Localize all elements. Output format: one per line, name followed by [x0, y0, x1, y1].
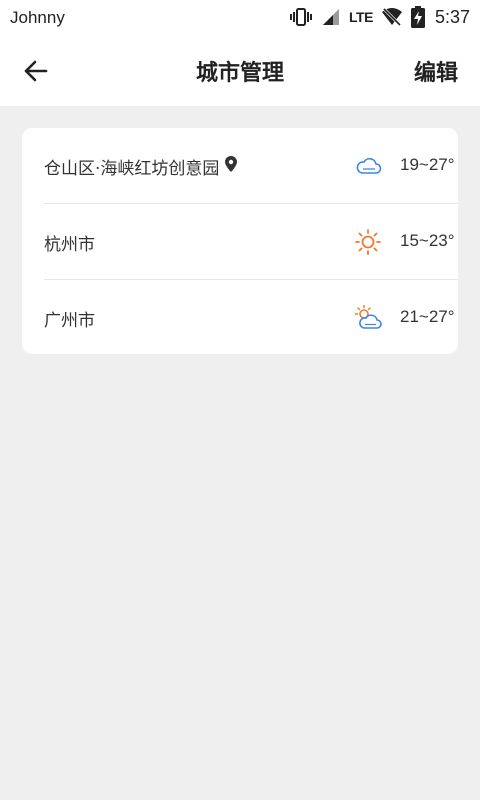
edit-button[interactable]: 编辑 [414, 55, 458, 87]
temperature-range: 19~27° [400, 155, 455, 174]
sunny-icon [354, 228, 382, 256]
vibrate-icon [289, 7, 313, 27]
city-name-row: 杭州市 [44, 230, 95, 255]
signal-icon [321, 7, 341, 27]
network-type: LTE [349, 9, 373, 25]
wifi-off-icon [381, 7, 403, 27]
city-name: 广州市 [44, 311, 95, 331]
carrier-name: Johnny [10, 8, 65, 27]
status-bar: Johnny LTE 5:37 [0, 0, 480, 36]
page-title: 城市管理 [195, 61, 284, 86]
battery-charging-icon [410, 6, 425, 28]
city-name: 仓山区·海峡红坊创意园 [44, 159, 220, 179]
city-row-hangzhou[interactable]: 杭州市 15~23° [44, 204, 458, 280]
temperature-range: 15~23° [400, 231, 455, 250]
cloudy-icon [354, 152, 382, 180]
city-list: 仓山区·海峡红坊创意园 19~27° 杭州市 15~23° 广州市 21~27° [22, 128, 458, 354]
status-icons: LTE 5:37 [289, 5, 470, 29]
city-name-row: 仓山区·海峡红坊创意园 [44, 154, 238, 179]
clock: 5:37 [434, 6, 470, 27]
city-name: 杭州市 [44, 235, 95, 255]
partly-cloudy-icon [354, 304, 382, 332]
city-row-guangzhou[interactable]: 广州市 21~27° [44, 280, 458, 354]
city-name-row: 广州市 [44, 306, 95, 331]
city-row-current[interactable]: 仓山区·海峡红坊创意园 19~27° [44, 128, 458, 204]
temperature-range: 21~27° [400, 307, 455, 326]
location-pin-icon [225, 156, 238, 177]
app-bar: 城市管理 编辑 [0, 36, 480, 106]
